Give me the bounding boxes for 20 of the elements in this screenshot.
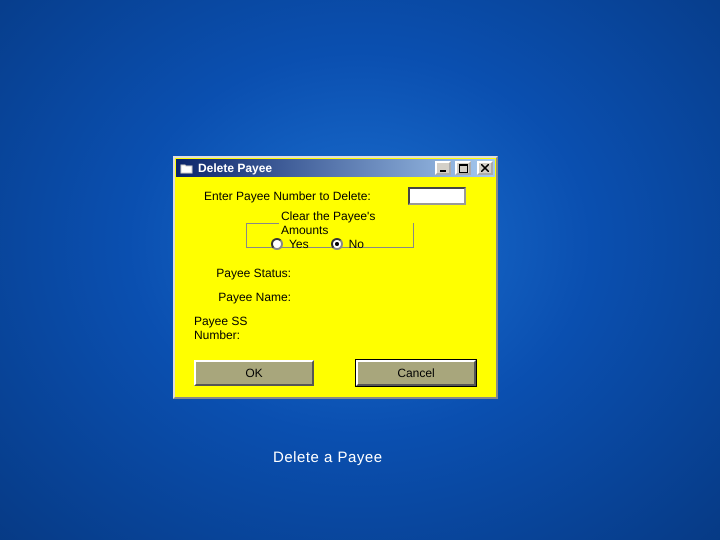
radio-label: No <box>348 237 364 251</box>
cancel-button[interactable]: Cancel <box>356 360 476 386</box>
maximize-button[interactable] <box>455 161 471 175</box>
radio-button[interactable] <box>271 238 283 250</box>
field-label: Payee Name: <box>218 290 291 304</box>
minimize-button[interactable] <box>435 161 451 175</box>
close-icon <box>481 164 489 172</box>
close-button[interactable] <box>477 161 493 175</box>
field-label: Payee SS Number: <box>194 314 248 342</box>
radio-label: Yes <box>289 237 309 251</box>
maximize-icon <box>458 164 468 172</box>
field-label: Payee Status: <box>216 266 291 280</box>
window-title: Delete Payee <box>198 161 272 175</box>
ok-button[interactable]: OK <box>194 360 314 386</box>
folder-icon <box>180 162 194 174</box>
slide-caption: Delete a Payee <box>273 449 384 466</box>
prompt-label: Enter Payee Number to Delete: <box>204 189 372 203</box>
payee-number-field[interactable] <box>408 187 466 205</box>
radio-button[interactable] <box>330 238 343 250</box>
group-legend: Clear the Payee's Amounts <box>279 209 413 237</box>
